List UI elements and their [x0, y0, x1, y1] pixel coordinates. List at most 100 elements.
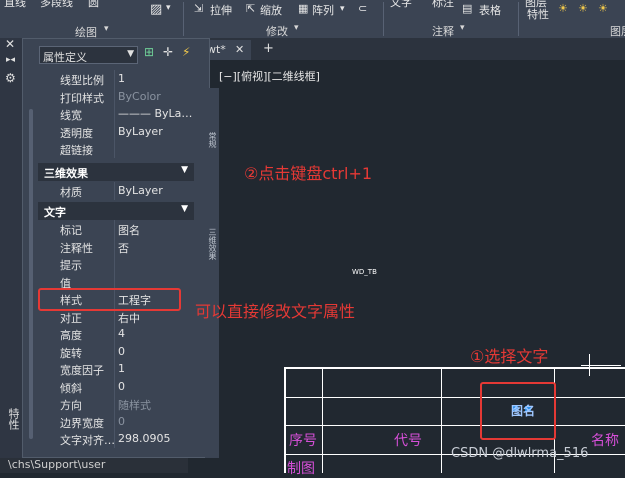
scale-button[interactable]: 缩放: [260, 2, 282, 18]
property-value[interactable]: ByLayer: [118, 125, 192, 138]
property-name: 超链接: [60, 144, 93, 157]
property-value[interactable]: 0: [118, 380, 192, 393]
property-name: 线宽: [60, 109, 82, 122]
property-row[interactable]: 注释性 否: [38, 237, 194, 256]
table-line: [284, 425, 625, 426]
property-row[interactable]: 提示: [38, 255, 194, 273]
ribbon-line-label[interactable]: 直线: [4, 0, 26, 10]
palette-scrollbar[interactable]: [29, 109, 33, 439]
dimension-button[interactable]: 标注: [432, 0, 454, 10]
strip-label: 三维效果: [208, 228, 217, 260]
text-button[interactable]: 文字: [390, 0, 412, 10]
property-row[interactable]: 文字对齐… 298.0905: [38, 430, 194, 448]
property-row[interactable]: 透明度 ByLayer: [38, 122, 194, 140]
property-name: 旋转: [60, 346, 82, 360]
auto-hide-icon[interactable]: ▸◂: [6, 55, 15, 65]
property-value[interactable]: 图名: [118, 222, 192, 238]
select-objects-icon[interactable]: ✛: [163, 45, 173, 59]
property-value[interactable]: 否: [118, 240, 192, 256]
property-row[interactable]: 边界宽度 0: [38, 412, 194, 430]
document-tab[interactable]: wt* ✕: [205, 40, 251, 60]
add-tab-button[interactable]: +: [263, 41, 274, 56]
property-name: 标记: [60, 224, 82, 237]
section-header[interactable]: 三维效果 ▼: [38, 163, 194, 181]
chevron-down-icon[interactable]: ▾: [104, 24, 109, 34]
object-type-select[interactable]: 属性定义 ▼: [39, 46, 138, 64]
gear-icon[interactable]: ⚙: [5, 71, 16, 85]
column-divider: [114, 377, 115, 395]
chevron-down-icon[interactable]: ▾: [340, 4, 345, 14]
property-value[interactable]: 0: [118, 345, 192, 358]
palette-title-bar[interactable]: ✕ ▸◂ ⚙ 特性: [0, 37, 23, 473]
property-row[interactable]: 标记 图名: [38, 220, 194, 238]
close-icon[interactable]: ✕: [5, 37, 15, 51]
column-divider: [114, 182, 115, 200]
property-row[interactable]: 打印样式 ByColor: [38, 87, 194, 105]
drawing-canvas[interactable]: [−][俯视][二维线框] ②点击键盘ctrl+1 WD_TB ①选择文字 图名…: [211, 60, 625, 477]
table-line: [284, 397, 625, 398]
property-value[interactable]: 298.0905: [118, 432, 192, 445]
property-row[interactable]: 超链接: [38, 140, 194, 158]
property-value[interactable]: 4: [118, 327, 192, 340]
property-value[interactable]: 1: [118, 72, 192, 85]
property-row[interactable]: 线型比例 1: [38, 70, 194, 88]
toggle-pickadd-icon[interactable]: ⊞: [144, 45, 154, 59]
table-button[interactable]: 表格: [479, 2, 501, 18]
property-value[interactable]: ——— ByLa…: [118, 107, 192, 120]
table-icon: ▤: [462, 2, 473, 15]
array-button[interactable]: 阵列: [312, 2, 334, 18]
quick-select-icon[interactable]: ⚡: [182, 45, 190, 59]
property-row[interactable]: 方向 随样式: [38, 395, 194, 413]
property-value[interactable]: 随样式: [118, 397, 192, 413]
table-line: [284, 367, 286, 473]
style-row-highlight: [38, 288, 181, 311]
chevron-down-icon[interactable]: ▾: [460, 23, 465, 33]
column-divider: [114, 255, 115, 273]
property-value[interactable]: ByLayer: [118, 184, 192, 197]
property-name: 线型比例: [60, 74, 104, 87]
close-icon[interactable]: ✕: [235, 43, 244, 56]
ribbon-circle-label[interactable]: 圆: [88, 0, 99, 10]
crosshair-cursor: [581, 365, 621, 366]
command-line-text: \chs\Support\user: [8, 458, 106, 471]
layer-icon[interactable]: ☀: [598, 2, 608, 15]
stretch-button[interactable]: 拉伸: [210, 2, 232, 18]
column-divider: [114, 342, 115, 360]
chevron-down-icon[interactable]: ▾: [294, 23, 299, 33]
ribbon-separator: [518, 2, 519, 36]
scale-icon: ⇱: [246, 2, 256, 15]
property-row[interactable]: 旋转 0: [38, 342, 194, 360]
chevron-down-icon[interactable]: ▾: [166, 3, 171, 13]
layer-icon[interactable]: ☀: [578, 2, 588, 15]
section-title: 文字: [44, 206, 66, 219]
row-draw-label: 制图: [287, 461, 315, 477]
viewport-controls[interactable]: [−][俯视][二维线框]: [219, 68, 320, 84]
layer-properties-button[interactable]: 特性: [527, 6, 549, 22]
property-value[interactable]: ByColor: [118, 90, 192, 103]
property-row[interactable]: 高度 4: [38, 325, 194, 343]
property-value[interactable]: 1: [118, 362, 192, 375]
column-divider: [114, 70, 115, 88]
command-line[interactable]: \chs\Support\user: [0, 458, 188, 473]
hatch-icon[interactable]: ▨: [150, 2, 162, 17]
chevron-down-icon: ▼: [127, 49, 134, 59]
offset-icon[interactable]: ⊂: [358, 2, 367, 15]
property-name: 高度: [60, 329, 82, 342]
property-value[interactable]: 右中: [118, 310, 192, 326]
column-divider: [114, 237, 115, 255]
modify-group-label: 修改: [266, 25, 288, 38]
property-row[interactable]: 倾斜 0: [38, 377, 194, 395]
section-header[interactable]: 文字 ▼: [38, 202, 194, 220]
property-row[interactable]: 宽度因子 1: [38, 360, 194, 378]
chevron-down-icon: ▼: [181, 204, 188, 214]
property-row[interactable]: 材质 ByLayer: [38, 182, 194, 200]
property-value[interactable]: 0: [118, 415, 192, 428]
property-row[interactable]: 线宽 ——— ByLa…: [38, 105, 194, 123]
selected-attribute-text[interactable]: 图名: [511, 402, 535, 419]
section-title: 三维效果: [44, 167, 88, 180]
drawing-text[interactable]: WD_TB: [352, 268, 377, 276]
ribbon-polyline-label[interactable]: 多段线: [40, 0, 73, 10]
property-name: 提示: [60, 259, 82, 272]
layer-icon[interactable]: ☀: [558, 2, 568, 15]
column-divider: [114, 122, 115, 140]
